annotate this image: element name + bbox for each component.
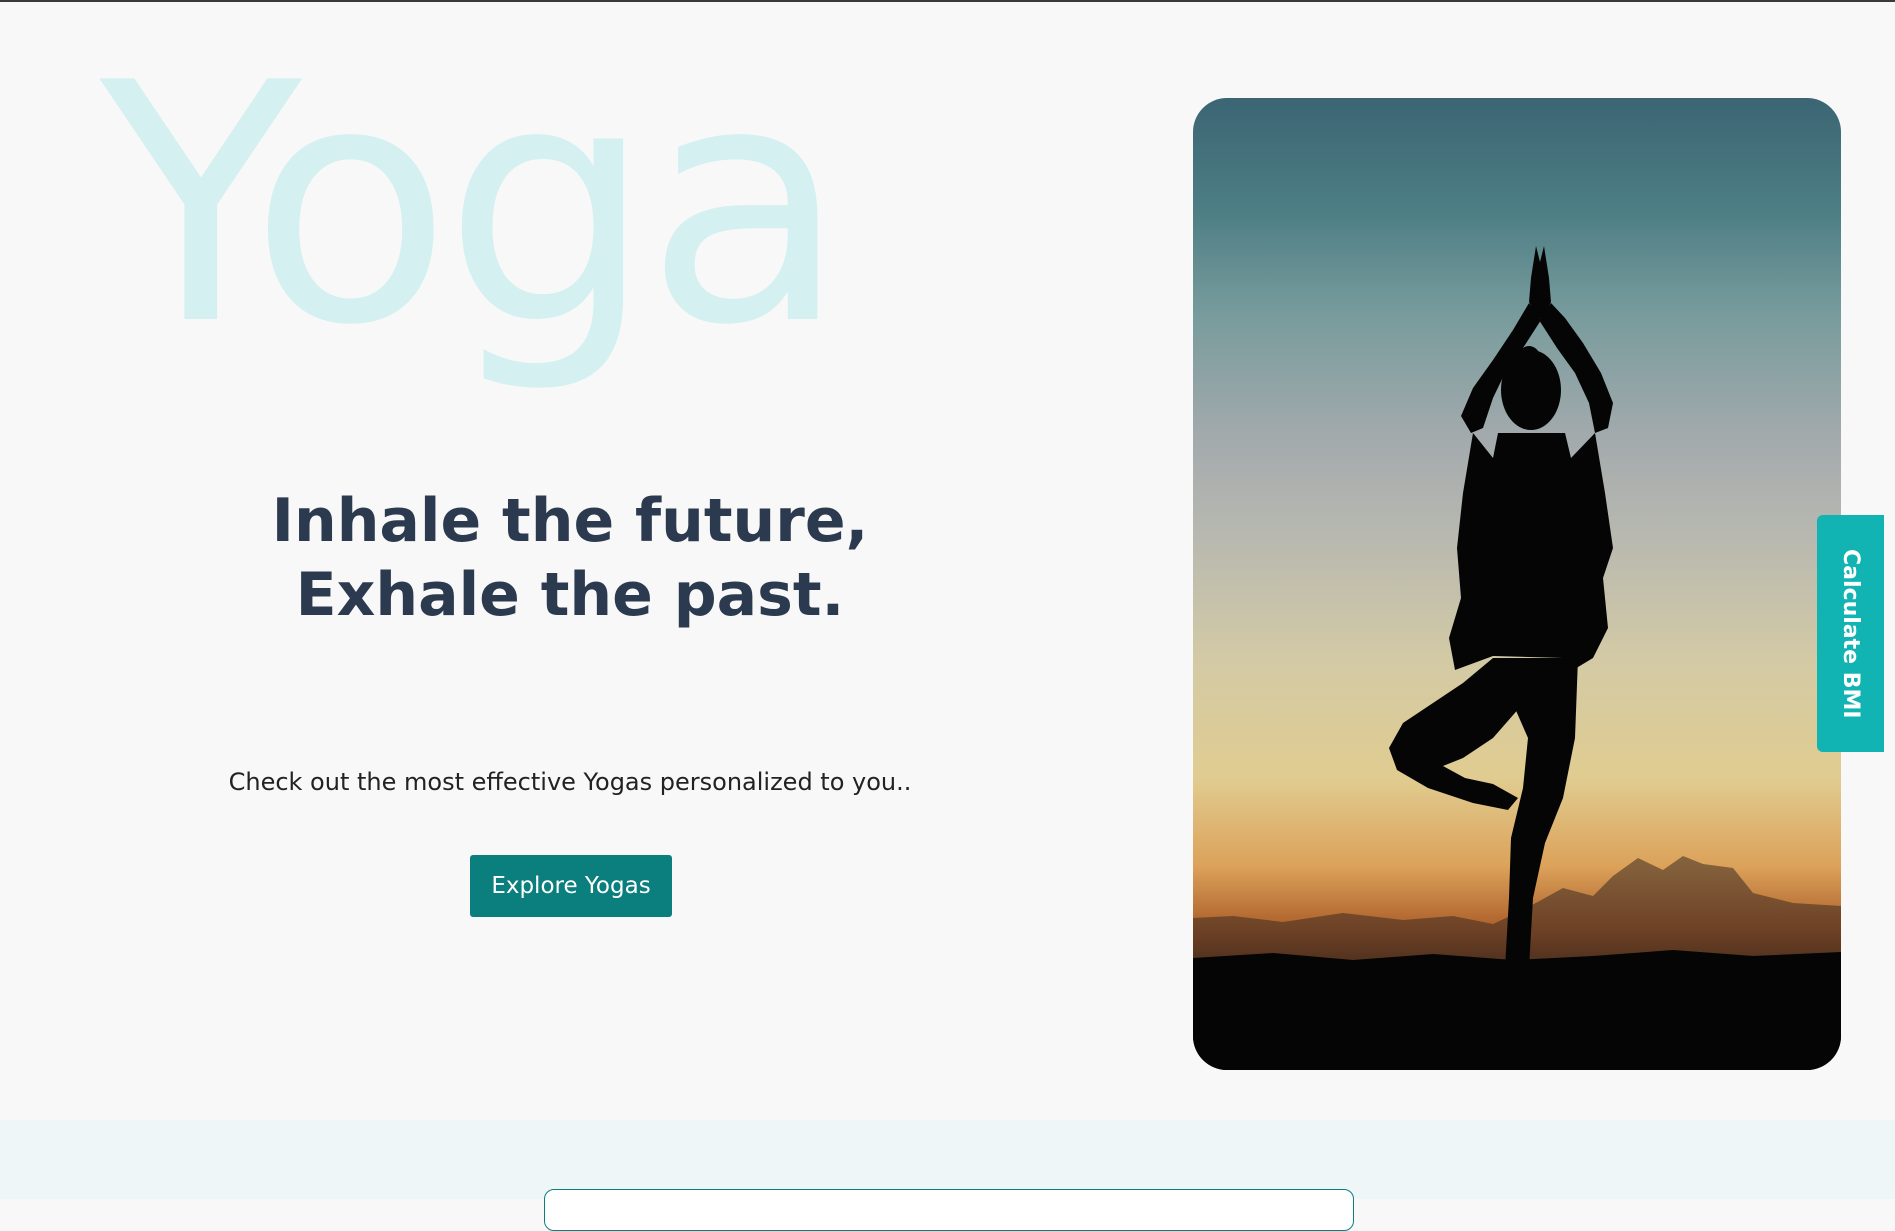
explore-yogas-button[interactable]: Explore Yogas — [470, 855, 672, 917]
hero-section: Yoga Inhale the future, Exhale the past.… — [0, 2, 1895, 1120]
next-section-card — [544, 1189, 1354, 1231]
calculate-bmi-tab[interactable]: Calculate BMI — [1817, 515, 1884, 752]
hero-tagline: Inhale the future, Exhale the past. — [170, 484, 970, 632]
calculate-bmi-label: Calculate BMI — [1838, 548, 1863, 719]
tagline-line-1: Inhale the future, — [271, 486, 869, 556]
hero-image — [1193, 98, 1841, 1070]
next-section — [0, 1120, 1895, 1231]
hero-background-word: Yoga — [100, 13, 847, 397]
tagline-line-2: Exhale the past. — [295, 560, 845, 630]
hero-subtitle: Check out the most effective Yogas perso… — [228, 768, 912, 796]
yoga-silhouette-icon — [1193, 246, 1841, 1070]
